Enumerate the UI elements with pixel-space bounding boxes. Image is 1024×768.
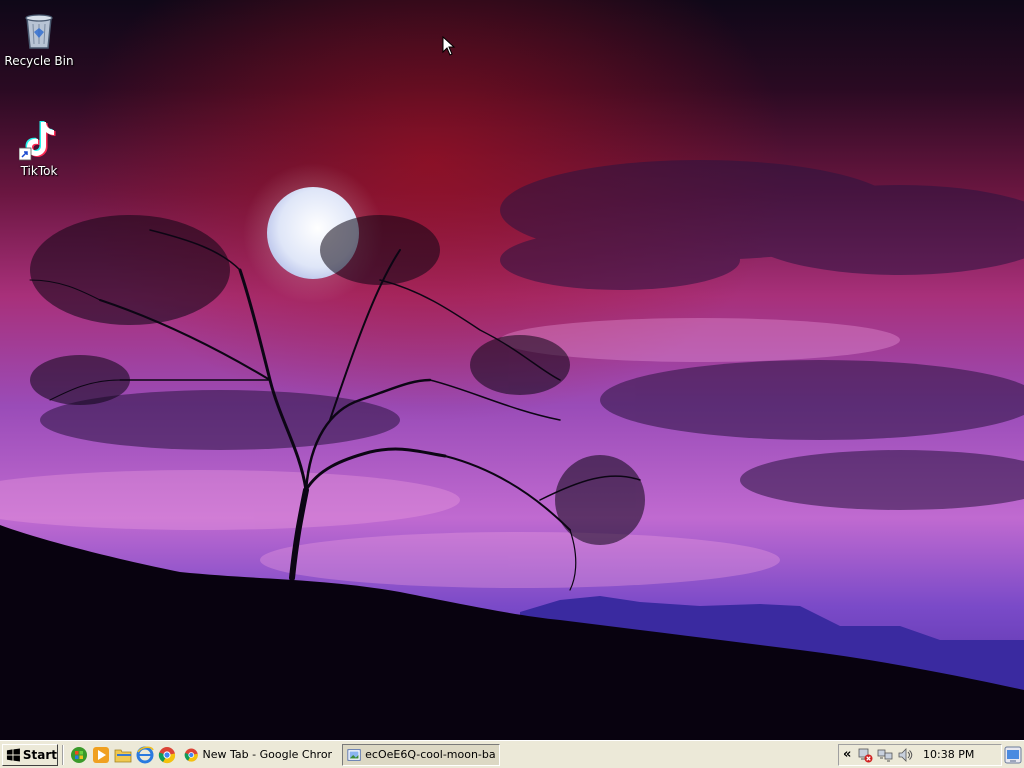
quick-launch (68, 746, 178, 764)
taskbar: Start New Tab - Google Chrome ecOeE6Q-co… (0, 740, 1024, 768)
desktop-icon-label: Recycle Bin (4, 54, 74, 68)
recycle-bin-icon (25, 14, 53, 49)
desktop-icon-label: TikTok (20, 164, 58, 178)
start-label: Start (22, 747, 57, 762)
taskbar-button-label: ecOeE6Q-cool-moon-bac... (365, 748, 495, 761)
desktop-icon-tiktok[interactable]: TikTok (1, 118, 77, 178)
tiktok-icon (19, 121, 56, 161)
taskbar-button-image-viewer[interactable]: ecOeE6Q-cool-moon-bac... (342, 743, 500, 766)
chrome-icon (184, 748, 198, 762)
windows-logo-icon (6, 747, 20, 762)
desktop[interactable]: Recycle Bin TikTok (0, 0, 1024, 740)
media-player-icon[interactable] (92, 746, 110, 764)
network-error-icon[interactable] (857, 747, 873, 763)
show-desktop-icon[interactable] (1004, 746, 1022, 764)
desktop-wallpaper (0, 0, 1024, 740)
mouse-cursor-icon (442, 36, 456, 56)
tray-expand-button[interactable]: « (843, 747, 853, 762)
taskbar-button-chrome[interactable]: New Tab - Google Chrome (180, 744, 336, 766)
system-tray: « 10:38 PM (838, 743, 1002, 766)
volume-icon[interactable] (897, 747, 913, 763)
taskbar-separator (62, 744, 64, 765)
windows-media-icon[interactable] (70, 746, 88, 764)
chrome-icon[interactable] (158, 746, 176, 764)
taskbar-button-label: New Tab - Google Chrome (202, 748, 332, 761)
internet-explorer-icon[interactable] (136, 746, 154, 764)
network-icon[interactable] (877, 747, 893, 763)
folder-icon[interactable] (114, 746, 132, 764)
desktop-icon-recycle-bin[interactable]: Recycle Bin (1, 8, 77, 68)
start-button[interactable]: Start (2, 743, 58, 766)
clock[interactable]: 10:38 PM (923, 748, 974, 761)
image-viewer-icon (347, 748, 361, 761)
